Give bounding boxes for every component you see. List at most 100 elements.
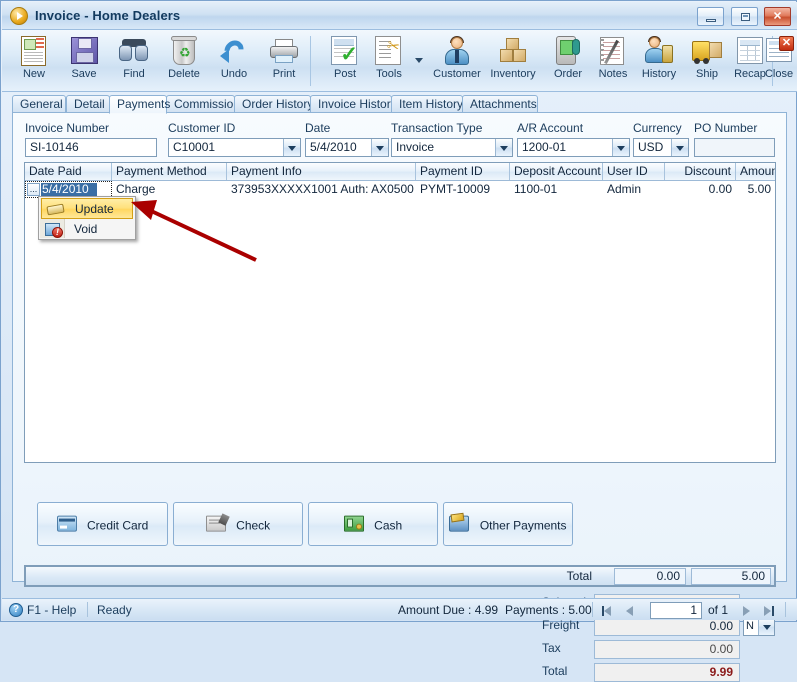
tab-label: Invoice History <box>318 97 397 111</box>
grid-header-user-id[interactable]: User ID <box>603 163 665 180</box>
status-text: Ready <box>97 603 132 617</box>
invoice-number-input[interactable]: SI-10146 <box>25 138 157 157</box>
last-record-icon[interactable] <box>762 603 778 618</box>
void-alert-icon <box>45 222 63 238</box>
po-number-input[interactable] <box>694 138 775 157</box>
maximize-button[interactable] <box>730 7 758 26</box>
toolbar-button-new[interactable]: New <box>6 32 62 89</box>
history-person-hourglass-icon <box>643 35 675 67</box>
transaction-type-combo[interactable]: Invoice <box>391 138 513 157</box>
grid-total-row: Total 0.00 5.00 <box>24 565 776 587</box>
update-pencil-icon <box>46 202 65 217</box>
previous-record-icon[interactable] <box>622 603 638 618</box>
next-record-icon[interactable] <box>739 603 755 618</box>
chevron-down-icon[interactable] <box>415 58 423 63</box>
tab-item-history[interactable]: Item History <box>391 95 463 113</box>
cell-deposit-account[interactable]: 1100-01 <box>510 181 603 198</box>
ar-account-combo[interactable]: 1200-01 <box>517 138 630 157</box>
cash-button[interactable]: Cash <box>308 502 438 546</box>
window-controls: ✕ <box>694 7 791 26</box>
credit-card-icon <box>56 515 77 532</box>
grid-header-discount[interactable]: Discount <box>665 163 736 180</box>
currency-value: USD <box>638 140 664 154</box>
currency-combo[interactable]: USD <box>633 138 689 157</box>
grid-header-payment-method[interactable]: Payment Method <box>112 163 227 180</box>
forklift-ship-icon <box>691 35 723 67</box>
toolbar-button-close[interactable]: ✕ Close <box>751 32 797 89</box>
cell-payment-info[interactable]: 373953XXXXX1001 Auth: AX0500 <box>227 181 416 198</box>
grid-header-row: Date Paid Payment Method Payment Info Pa… <box>25 163 775 181</box>
toolbar-button-save[interactable]: Save <box>56 32 112 89</box>
help-text[interactable]: F1 - Help <box>27 603 76 617</box>
other-payments-button[interactable]: Other Payments <box>443 502 573 546</box>
toolbar-button-tools[interactable]: ✂ Tools <box>361 32 417 89</box>
window-title: Invoice - Home Dealers <box>35 8 181 23</box>
chevron-down-icon[interactable] <box>612 139 629 156</box>
invoice-window: Invoice - Home Dealers ✕ New Save Find ♻… <box>0 0 797 682</box>
other-payments-label: Other Payments <box>479 518 567 533</box>
currency-label: Currency <box>633 121 682 135</box>
first-record-icon[interactable] <box>600 603 616 618</box>
toolbar-button-delete[interactable]: ♻ Delete <box>156 32 212 89</box>
tab-attachments[interactable]: Attachments <box>462 95 538 113</box>
toolbar-label: Customer <box>433 68 481 80</box>
tab-label: Order History <box>242 97 314 111</box>
tax-label: Tax <box>542 641 561 655</box>
table-row[interactable]: Charge 373953XXXXX1001 Auth: AX0500 PYMT… <box>25 181 775 198</box>
title-bar: Invoice - Home Dealers ✕ <box>2 2 797 30</box>
chevron-down-icon[interactable] <box>495 139 512 156</box>
customer-id-combo[interactable]: C10001 <box>168 138 301 157</box>
cell-payment-id[interactable]: PYMT-10009 <box>416 181 510 198</box>
toolbar-button-inventory[interactable]: Inventory <box>485 32 541 89</box>
date-picker-ellipsis-button[interactable]: ... <box>27 183 40 196</box>
tab-label: General <box>20 97 63 111</box>
grid-header-date-paid[interactable]: Date Paid <box>25 163 112 180</box>
question-mark-icon: ? <box>9 603 23 617</box>
minimize-button[interactable] <box>697 7 725 26</box>
tab-invoice-history[interactable]: Invoice History <box>310 95 397 113</box>
toolbar-label: Tools <box>376 68 402 80</box>
date-combo[interactable]: 5/4/2010 <box>305 138 389 157</box>
tools-wrench-icon: ✂ <box>373 35 405 67</box>
inventory-boxes-icon <box>497 35 529 67</box>
toolbar-button-print[interactable]: Print <box>256 32 312 89</box>
page-number-input[interactable]: 1 <box>650 602 702 619</box>
toolbar-label: Close <box>764 68 794 80</box>
grid-header-payment-info[interactable]: Payment Info <box>227 163 416 180</box>
cell-user-id[interactable]: Admin <box>603 181 665 198</box>
tab-commission[interactable]: Commission <box>166 95 240 113</box>
freight-label: Freight <box>542 618 580 632</box>
credit-card-button[interactable]: Credit Card <box>37 502 168 546</box>
tab-detail[interactable]: Detail <box>66 95 110 113</box>
payments-grid[interactable]: Date Paid Payment Method Payment Info Pa… <box>24 162 776 463</box>
recycle-bin-icon: ♻ <box>168 35 200 67</box>
summary-total-row: Total 9.99 <box>542 663 782 682</box>
chevron-down-icon[interactable] <box>758 618 774 635</box>
printer-icon <box>268 35 300 67</box>
grid-header-payment-id[interactable]: Payment ID <box>416 163 510 180</box>
cell-amount[interactable]: 5.00 <box>736 181 775 198</box>
tab-general[interactable]: General <box>12 95 66 113</box>
grid-header-amount[interactable]: Amount <box>736 163 775 180</box>
toolbar-button-customer[interactable]: Customer <box>429 32 485 89</box>
chevron-down-icon[interactable] <box>371 139 388 156</box>
credit-card-label: Credit Card <box>86 518 149 533</box>
cell-discount[interactable]: 0.00 <box>665 181 736 198</box>
toolbar-button-undo[interactable]: Undo <box>206 32 262 89</box>
tab-order-history[interactable]: Order History <box>234 95 314 113</box>
context-menu-item-void[interactable]: Void <box>40 219 134 240</box>
main-toolbar: New Save Find ♻ Delete Undo Print ✓ Post <box>2 30 797 92</box>
context-menu: Update Void <box>38 196 136 240</box>
chevron-down-icon[interactable] <box>283 139 300 156</box>
tab-label: Detail <box>74 97 105 111</box>
toolbar-label: New <box>22 68 45 80</box>
chevron-down-icon[interactable] <box>671 139 688 156</box>
check-button[interactable]: Check <box>173 502 303 546</box>
close-button[interactable]: ✕ <box>764 7 791 26</box>
context-menu-item-update[interactable]: Update <box>41 198 133 219</box>
context-menu-label: Update <box>75 202 114 216</box>
tab-payments[interactable]: Payments <box>109 95 170 114</box>
toolbar-button-find[interactable]: Find <box>106 32 162 89</box>
grid-header-deposit-account[interactable]: Deposit Account <box>510 163 603 180</box>
close-window-icon: ✕ <box>763 35 795 67</box>
